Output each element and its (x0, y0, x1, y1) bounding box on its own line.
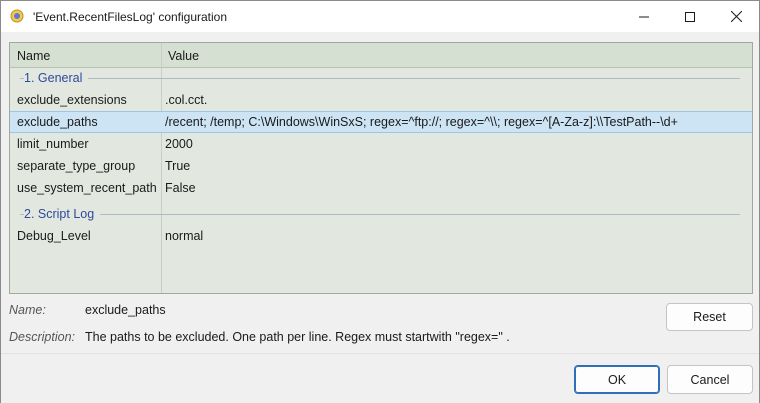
minimize-button[interactable] (621, 1, 667, 32)
group-script-log[interactable]: 2. Script Log (10, 204, 752, 224)
property-value[interactable]: False (165, 181, 196, 195)
property-name: exclude_extensions (17, 93, 127, 107)
property-row-exclude-extensions[interactable]: exclude_extensions .col.cct. (10, 89, 752, 111)
group-divider (20, 78, 740, 79)
grid-header: Name Value (10, 43, 752, 68)
property-value[interactable]: .col.cct. (165, 93, 207, 107)
app-icon (10, 9, 24, 23)
property-value[interactable]: /recent; /temp; C:\Windows\WinSxS; regex… (165, 115, 678, 129)
config-dialog: 'Event.RecentFilesLog' configuration Nam… (0, 0, 760, 403)
property-name: separate_type_group (17, 159, 136, 173)
column-header-name[interactable]: Name (17, 49, 50, 63)
property-value[interactable]: True (165, 159, 190, 173)
property-value[interactable]: normal (165, 229, 203, 243)
property-row-limit-number[interactable]: limit_number 2000 (10, 133, 752, 155)
dialog-body: Name Value 1. General exclude_extensions… (1, 32, 759, 403)
window-title: 'Event.RecentFilesLog' configuration (33, 10, 228, 24)
property-name: exclude_paths (17, 115, 98, 129)
minimize-icon (639, 16, 649, 17)
property-name: Debug_Level (17, 229, 91, 243)
group-label: 2. Script Log (24, 207, 101, 221)
property-row-debug-level[interactable]: Debug_Level normal (10, 225, 752, 247)
reset-button[interactable]: Reset (666, 303, 753, 331)
property-name: limit_number (17, 137, 89, 151)
dialog-footer: OK Cancel (1, 353, 759, 403)
title-bar: 'Event.RecentFilesLog' configuration (1, 1, 759, 32)
property-grid[interactable]: Name Value 1. General exclude_extensions… (9, 42, 753, 294)
info-name-label: Name: (9, 303, 46, 317)
column-header-value[interactable]: Value (168, 49, 199, 63)
info-description-label: Description: (9, 330, 75, 344)
maximize-button[interactable] (667, 1, 713, 32)
cancel-button[interactable]: Cancel (667, 365, 753, 394)
property-row-separate-type-group[interactable]: separate_type_group True (10, 155, 752, 177)
close-button[interactable] (713, 1, 759, 32)
group-label: 1. General (24, 71, 89, 85)
property-row-use-system-recent-path[interactable]: use_system_recent_path False (10, 177, 752, 199)
close-icon (730, 11, 742, 22)
property-value[interactable]: 2000 (165, 137, 193, 151)
ok-button[interactable]: OK (574, 365, 660, 394)
info-description-value: The paths to be excluded. One path per l… (85, 330, 510, 344)
maximize-icon (685, 11, 695, 22)
group-general[interactable]: 1. General (10, 68, 752, 88)
property-row-exclude-paths[interactable]: exclude_paths /recent; /temp; C:\Windows… (10, 111, 752, 133)
property-name: use_system_recent_path (17, 181, 157, 195)
group-divider (20, 214, 740, 215)
info-name-value: exclude_paths (85, 303, 166, 317)
